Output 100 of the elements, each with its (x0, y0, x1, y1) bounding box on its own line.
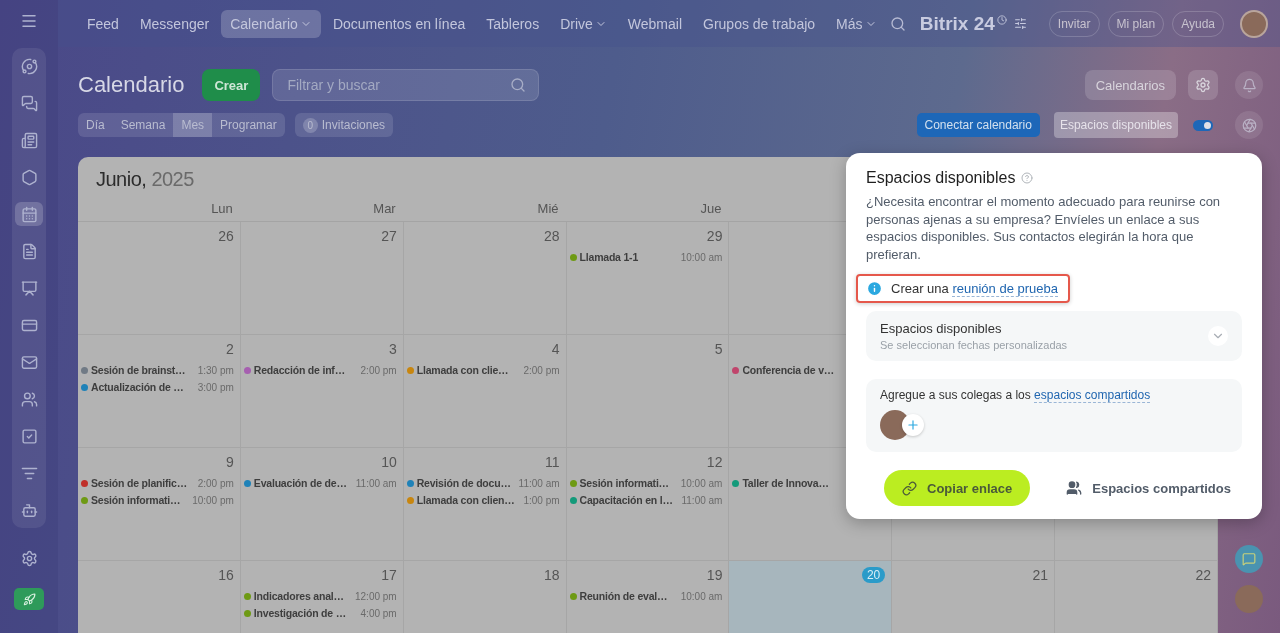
nav-item[interactable]: Calendario (221, 9, 321, 38)
day-cell[interactable]: 11 Revisión de docu… 11:00 am Llamada con clien… 1:00 pm (403, 448, 567, 561)
event-title[interactable]: Sesión de brainst… (91, 364, 195, 376)
nav-label: Grupos de trabajo (703, 15, 816, 32)
presentation-icon (20, 279, 38, 297)
event-time: 10:00 pm (192, 494, 234, 506)
notifications-button[interactable] (1235, 71, 1263, 99)
event-title[interactable]: Sesión de planific… (91, 477, 195, 489)
toggle-switch[interactable] (1193, 119, 1213, 131)
test-meeting-link[interactable]: reunión de prueba (952, 281, 1058, 297)
event-title[interactable]: Llamada 1-1 (579, 251, 678, 263)
event-title[interactable]: Evaluación de de… (253, 477, 353, 489)
logo: Bitrix 24 (919, 12, 995, 35)
event-title[interactable]: Llamada con clie… (416, 364, 521, 376)
nav-item[interactable]: Grupos de trabajo (694, 9, 825, 38)
rocket-button[interactable] (14, 588, 44, 610)
event-time: 1:30 pm (197, 364, 234, 376)
day-cell[interactable]: 29 Llamada 1-1 10:00 am (566, 222, 730, 335)
weekday-label: Jue (700, 201, 722, 216)
day-cell[interactable]: 10 Evaluación de de… 11:00 am (240, 448, 404, 561)
sliders-icon[interactable] (1013, 17, 1027, 30)
day-cell[interactable]: 12 Sesión informati… 10:00 am Capacitación en l… 11:00 am (566, 448, 730, 561)
event-time: 12:00 pm (355, 590, 397, 602)
day-number: 29 (706, 228, 723, 246)
event-title[interactable]: Indicadores anal… (253, 590, 352, 602)
event-time: 10:00 am (680, 590, 723, 602)
weekday-label: Lun (211, 201, 233, 216)
event-title[interactable]: Capacitación en l… (579, 494, 679, 506)
search-field[interactable]: Filtrar y buscar (285, 76, 511, 94)
day-cell[interactable]: 16 (78, 561, 241, 633)
bell-icon (1241, 77, 1257, 93)
page-title: Calendario (78, 72, 185, 98)
weekday-label: Mar (373, 201, 396, 216)
day-cell[interactable]: 3 Redacción de inf… 2:00 pm (240, 335, 404, 448)
day-cell[interactable]: 22 (1055, 561, 1218, 633)
rocket-icon (22, 592, 36, 606)
day-cell[interactable]: 18 (403, 561, 567, 633)
nav-item[interactable]: Más (827, 9, 886, 38)
event-title[interactable]: Sesión informati… (579, 477, 678, 489)
event-time: 11:00 am (355, 477, 397, 489)
nav-item[interactable]: Drive (551, 9, 616, 38)
day-cell[interactable]: 4 Llamada con clie… 2:00 pm (403, 335, 567, 448)
day-cell[interactable]: 26 (78, 222, 241, 335)
settings-button[interactable] (1188, 70, 1218, 100)
network-icon (20, 57, 38, 75)
info-icon (866, 280, 883, 297)
search-icon[interactable] (889, 15, 906, 32)
nav-label: Más (836, 15, 863, 32)
popup-title: Espacios disponibles (866, 169, 1016, 187)
view-tab[interactable]: Día (78, 113, 113, 137)
event-title[interactable]: Llamada con clien… (416, 494, 521, 506)
day-cell[interactable]: 2 Sesión de brainst… 1:30 pm Actualización de … 3:00 pm (78, 335, 241, 448)
nav-item[interactable]: Messenger (130, 9, 219, 38)
copy-link-button[interactable]: Copiar enlace (884, 470, 1031, 506)
sidebar-item[interactable] (15, 202, 43, 226)
day-cell[interactable]: 20 (729, 561, 893, 633)
event-title[interactable]: Actualización de … (91, 381, 195, 393)
shared-slots-link[interactable]: espacios compartidos (1034, 388, 1151, 403)
menu-icon[interactable] (20, 12, 38, 30)
day-cell[interactable]: 5 (566, 335, 730, 448)
nav-label: Drive (560, 15, 593, 32)
document-icon (20, 242, 38, 260)
popup-description: ¿Necesita encontrar el momento adecuado para reunirse con personas ajenas a su empresa? Envíeles un enlace a sus espacios disponibles. Sus contactos elegirán la hora que prefieran. (866, 193, 1222, 263)
month-title: Junio, 2025 (96, 168, 194, 191)
event-title[interactable]: Sesión informati… (91, 494, 190, 506)
event-title[interactable]: Redacción de inf… (253, 364, 358, 376)
nav-item[interactable]: Feed (78, 9, 128, 38)
nav-item[interactable]: Webmail (618, 9, 691, 38)
event-time: 11:00 am (681, 494, 723, 506)
view-tab[interactable]: Semana (112, 113, 174, 137)
event-title[interactable]: Reunión de eval… (579, 590, 678, 602)
event-time: 2:00 pm (197, 477, 234, 489)
event-time: 2:00 pm (523, 364, 560, 376)
day-cell[interactable]: 27 (240, 222, 404, 335)
shared-slots-button[interactable]: Espacios compartidos (1060, 479, 1237, 497)
day-number: 20 (861, 567, 886, 583)
day-cell[interactable]: 28 (403, 222, 567, 335)
create-button[interactable]: Crear (202, 69, 261, 101)
newspaper-icon (20, 131, 38, 149)
mail-icon (20, 353, 38, 371)
day-cell[interactable]: 9 Sesión de planific… 2:00 pm Sesión informati… 10:00 pm (78, 448, 241, 561)
add-colleague-button[interactable] (902, 414, 924, 436)
connect-calendar-button[interactable]: Conectar calendario (916, 113, 1040, 137)
search-bar[interactable]: Filtrar y buscar (272, 69, 540, 101)
weekday-label: Mié (537, 201, 559, 216)
day-cell[interactable]: 17 Indicadores anal… 12:00 pm Investigación de … 4:00 pm (240, 561, 404, 633)
avatar[interactable] (1240, 9, 1268, 38)
day-cell[interactable]: 21 (892, 561, 1056, 633)
nav-label: Calendario (230, 15, 298, 32)
settings-icon (20, 549, 38, 567)
section-title: Espacios disponibles (880, 321, 1003, 336)
nav-item[interactable]: Documentos en línea (323, 9, 475, 38)
event-title[interactable]: Revisión de docu… (416, 477, 516, 489)
chat-button[interactable] (1235, 545, 1263, 573)
day-number: 22 (1195, 567, 1211, 585)
slots-section[interactable]: Espacios disponibles Se seleccionan fechas personalizadas (866, 311, 1242, 361)
nav-label: Tableros (486, 15, 540, 32)
event-title[interactable]: Investigación de … (253, 607, 358, 619)
view-tab[interactable]: Programar (212, 113, 285, 137)
nav-item[interactable]: Tableros (477, 9, 549, 38)
